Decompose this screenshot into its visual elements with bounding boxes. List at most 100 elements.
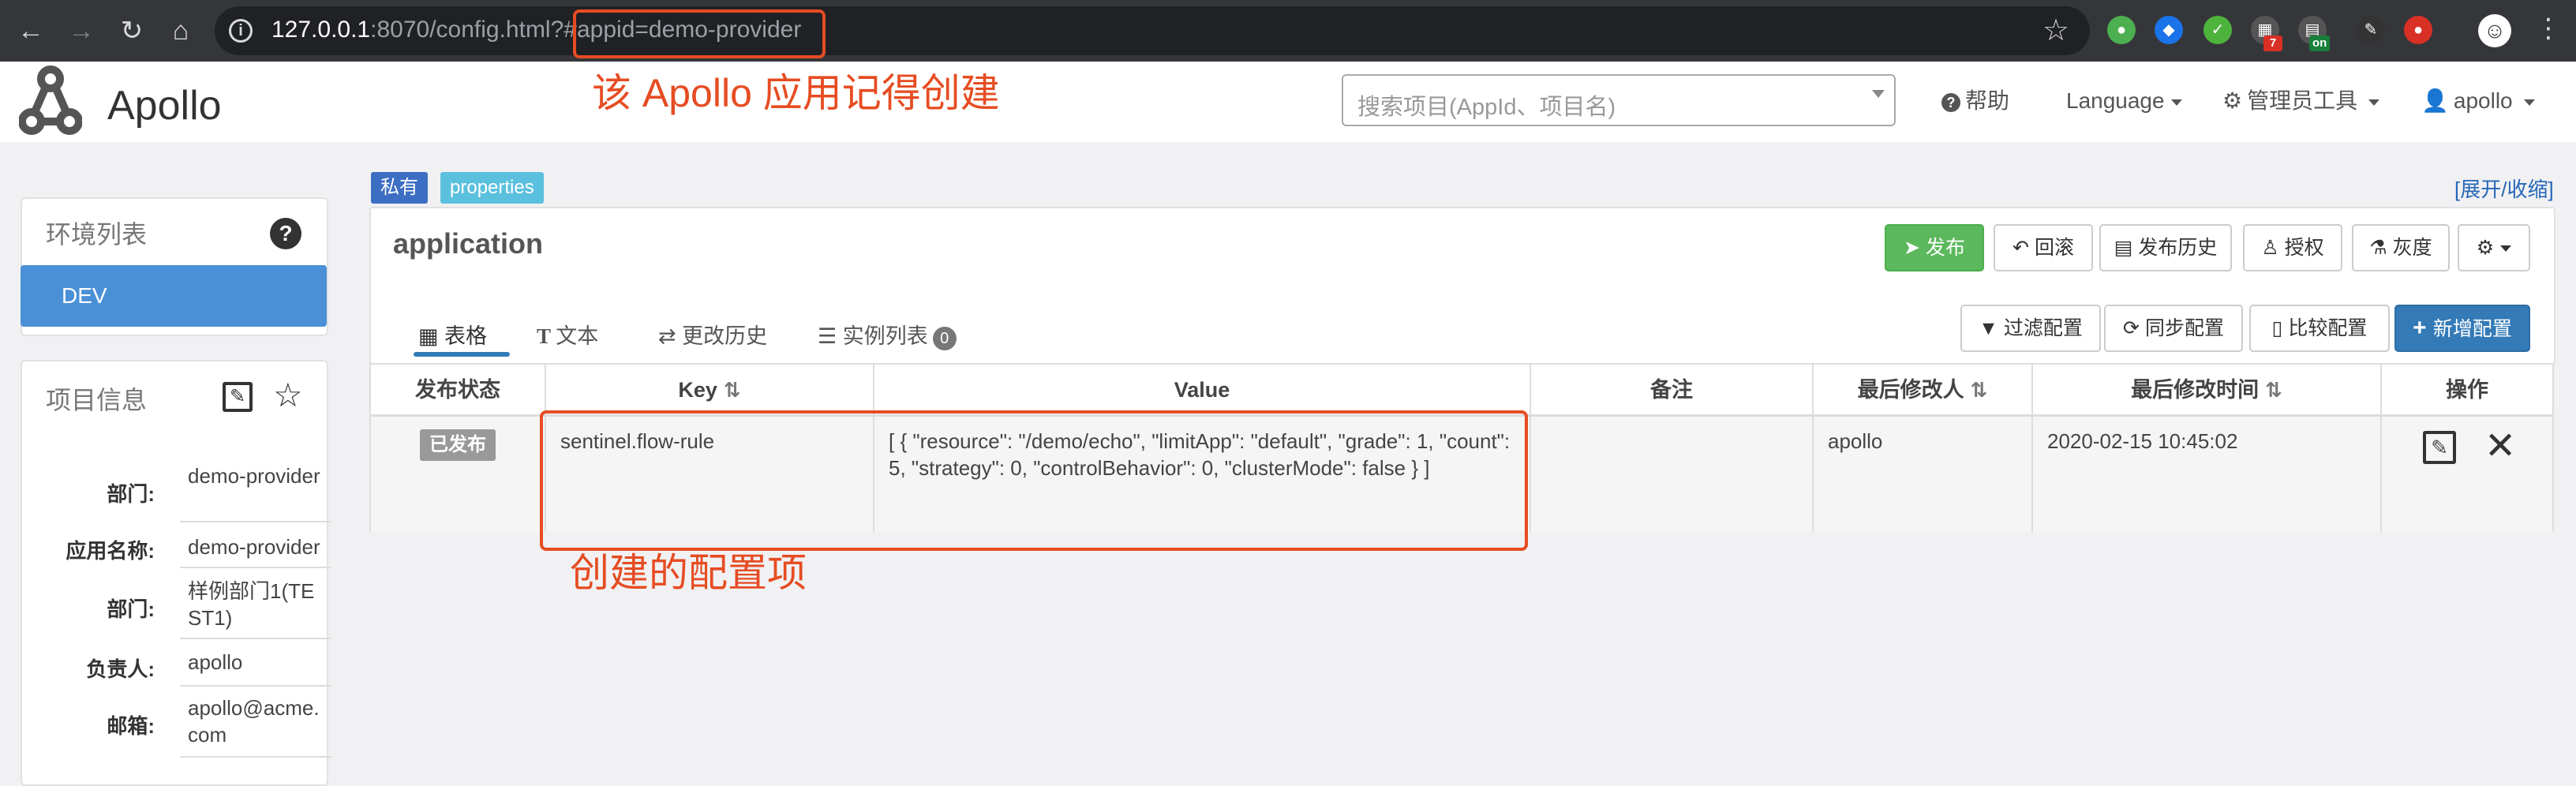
env-item-dev[interactable]: DEV xyxy=(21,265,327,327)
tab-instances-label: 实例列表 xyxy=(842,324,928,348)
calendar-icon: ▤ xyxy=(2114,237,2139,259)
status-badge: 已发布 xyxy=(420,429,496,461)
extension-diamond-icon[interactable]: ◆ xyxy=(2155,16,2183,44)
edit-icon[interactable]: ✎ xyxy=(223,382,253,412)
extension-leaf-icon[interactable]: ✎ xyxy=(2357,16,2385,44)
col-key-label: Key xyxy=(678,378,717,402)
field-value: demo-provider xyxy=(180,533,331,568)
table-row-modifier: apollo xyxy=(1814,417,2033,532)
rollback-label: 回滚 xyxy=(2034,237,2074,259)
col-key-header[interactable]: Key ⇅ xyxy=(546,365,874,417)
publish-label: 发布 xyxy=(1925,237,1965,259)
app-header xyxy=(0,62,2576,142)
search-placeholder: 搜索项目(AppId、项目名) xyxy=(1357,95,1616,120)
active-tab-indicator xyxy=(414,352,510,357)
instances-count-badge: 0 xyxy=(932,327,957,350)
admin-tools-dropdown[interactable]: ⚙ 管理员工具 xyxy=(2222,85,2380,117)
language-dropdown[interactable]: Language xyxy=(2066,85,2182,117)
filter-config-button[interactable]: ▼ 过滤配置 xyxy=(1960,305,2101,352)
config-modifier: apollo xyxy=(1828,429,1883,453)
tab-instances[interactable]: ☰ 实例列表 0 xyxy=(818,319,957,350)
home-icon[interactable]: ⌂ xyxy=(161,11,200,51)
extension-red-icon[interactable]: ● xyxy=(2404,16,2432,44)
release-history-button[interactable]: ▤ 发布历史 xyxy=(2099,224,2232,271)
col-comment-header: 备注 xyxy=(1531,365,1814,417)
forward-icon[interactable]: → xyxy=(62,11,101,51)
sync-label: 同步配置 xyxy=(2144,317,2224,339)
extension-on-badge: on xyxy=(2309,36,2331,51)
col-time-label: 最后修改时间 xyxy=(2131,378,2260,402)
publish-button[interactable]: ➤ 发布 xyxy=(1885,224,1984,271)
sync-config-button[interactable]: ⟳ 同步配置 xyxy=(2104,305,2243,352)
browser-menu-icon[interactable]: ⋮ xyxy=(2535,8,2562,49)
chevron-down-icon xyxy=(1872,90,1885,98)
tab-text-label: 文本 xyxy=(556,324,599,348)
table-row-comment xyxy=(1531,417,1814,532)
settings-dropdown-button[interactable]: ⚙ xyxy=(2458,224,2530,271)
apollo-logo-icon[interactable] xyxy=(19,65,82,137)
field-value: apollo xyxy=(180,649,331,687)
diff-config-button[interactable]: ▯ 比较配置 xyxy=(2249,305,2390,352)
rollback-button[interactable]: ↶ 回滚 xyxy=(1994,224,2093,271)
sort-icon[interactable]: ⇅ xyxy=(1971,378,1988,402)
col-value-header: Value xyxy=(874,365,1531,417)
field-value: 样例部门1(TEST1) xyxy=(180,578,331,639)
config-modified-time: 2020-02-15 10:45:02 xyxy=(2047,429,2238,453)
col-modified-time-header[interactable]: 最后修改时间 ⇅ xyxy=(2033,365,2382,417)
gray-release-label: 灰度 xyxy=(2392,237,2432,259)
undo-icon: ↶ xyxy=(2012,237,2035,259)
project-search-select[interactable]: 搜索项目(AppId、项目名) xyxy=(1342,74,1896,126)
config-highlight-box xyxy=(540,410,1528,551)
plus-icon: + xyxy=(2413,315,2433,341)
field-value: demo-provider xyxy=(180,462,331,522)
namespace-title: application xyxy=(393,227,544,260)
admin-tools-label: 管理员工具 xyxy=(2247,88,2358,113)
caret-down-icon xyxy=(2500,245,2512,253)
help-link[interactable]: ? 帮助 xyxy=(1941,85,2009,117)
field-label: 应用名称: xyxy=(66,539,155,563)
tab-change-history[interactable]: ⇄ 更改历史 xyxy=(658,319,767,350)
profile-avatar-icon[interactable]: ☺ xyxy=(2478,14,2511,47)
sort-icon[interactable]: ⇅ xyxy=(2265,378,2282,402)
reload-icon[interactable]: ↻ xyxy=(112,11,152,51)
help-circle-icon[interactable]: ? xyxy=(270,218,301,249)
col-modifier-header[interactable]: 最后修改人 ⇅ xyxy=(1814,365,2033,417)
tab-text[interactable]: T 文本 xyxy=(537,319,598,350)
caret-down-icon xyxy=(2368,99,2380,106)
site-info-icon[interactable]: i xyxy=(229,19,253,43)
address-bar[interactable]: i 127.0.0.1:8070/config.html?#appid=demo… xyxy=(215,6,2090,55)
question-circle-icon: ? xyxy=(1941,92,1960,112)
grant-button[interactable]: ♙ 授权 xyxy=(2243,224,2342,271)
browser-toolbar: ← → ↻ ⌂ i 127.0.0.1:8070/config.html?#ap… xyxy=(0,0,2576,62)
edit-icon[interactable]: ✎ xyxy=(2423,431,2456,464)
url-host: 127.0.0.1 xyxy=(271,17,371,43)
file-icon: ▯ xyxy=(2271,317,2289,339)
release-history-label: 发布历史 xyxy=(2138,237,2218,259)
user-icon: 👤 xyxy=(2421,88,2449,113)
appid-highlight-box xyxy=(573,9,826,58)
filter-icon: ▼ xyxy=(1979,317,2004,339)
table-row-status: 已发布 xyxy=(371,417,546,532)
star-icon[interactable]: ☆ xyxy=(273,376,303,414)
field-label: 负责人: xyxy=(86,657,155,681)
expand-collapse-link[interactable]: [展开/收缩] xyxy=(2454,174,2554,203)
user-dropdown[interactable]: 👤 apollo xyxy=(2421,85,2535,117)
scope-label: 私有 xyxy=(371,172,428,204)
back-icon[interactable]: ← xyxy=(11,11,51,51)
format-label: properties xyxy=(440,172,544,204)
tab-table[interactable]: ▦ 表格 xyxy=(418,319,487,350)
add-config-label: 新增配置 xyxy=(2432,318,2512,340)
extension-check-icon[interactable]: ✓ xyxy=(2203,16,2232,44)
send-icon: ➤ xyxy=(1904,237,1926,259)
tab-table-label: 表格 xyxy=(444,324,488,348)
add-config-button[interactable]: + 新增配置 xyxy=(2394,305,2530,352)
bookmark-star-icon[interactable]: ☆ xyxy=(2042,13,2069,48)
grant-label: 授权 xyxy=(2284,237,2324,259)
gray-release-button[interactable]: ⚗ 灰度 xyxy=(2352,224,2450,271)
sort-icon[interactable]: ⇅ xyxy=(724,378,741,402)
flask-icon: ⚗ xyxy=(2369,237,2393,259)
tab-history-label: 更改历史 xyxy=(682,324,768,348)
extension-green-dot-icon[interactable]: ● xyxy=(2107,16,2136,44)
close-icon[interactable]: ✕ xyxy=(2484,423,2516,470)
field-label: 部门: xyxy=(107,482,155,506)
